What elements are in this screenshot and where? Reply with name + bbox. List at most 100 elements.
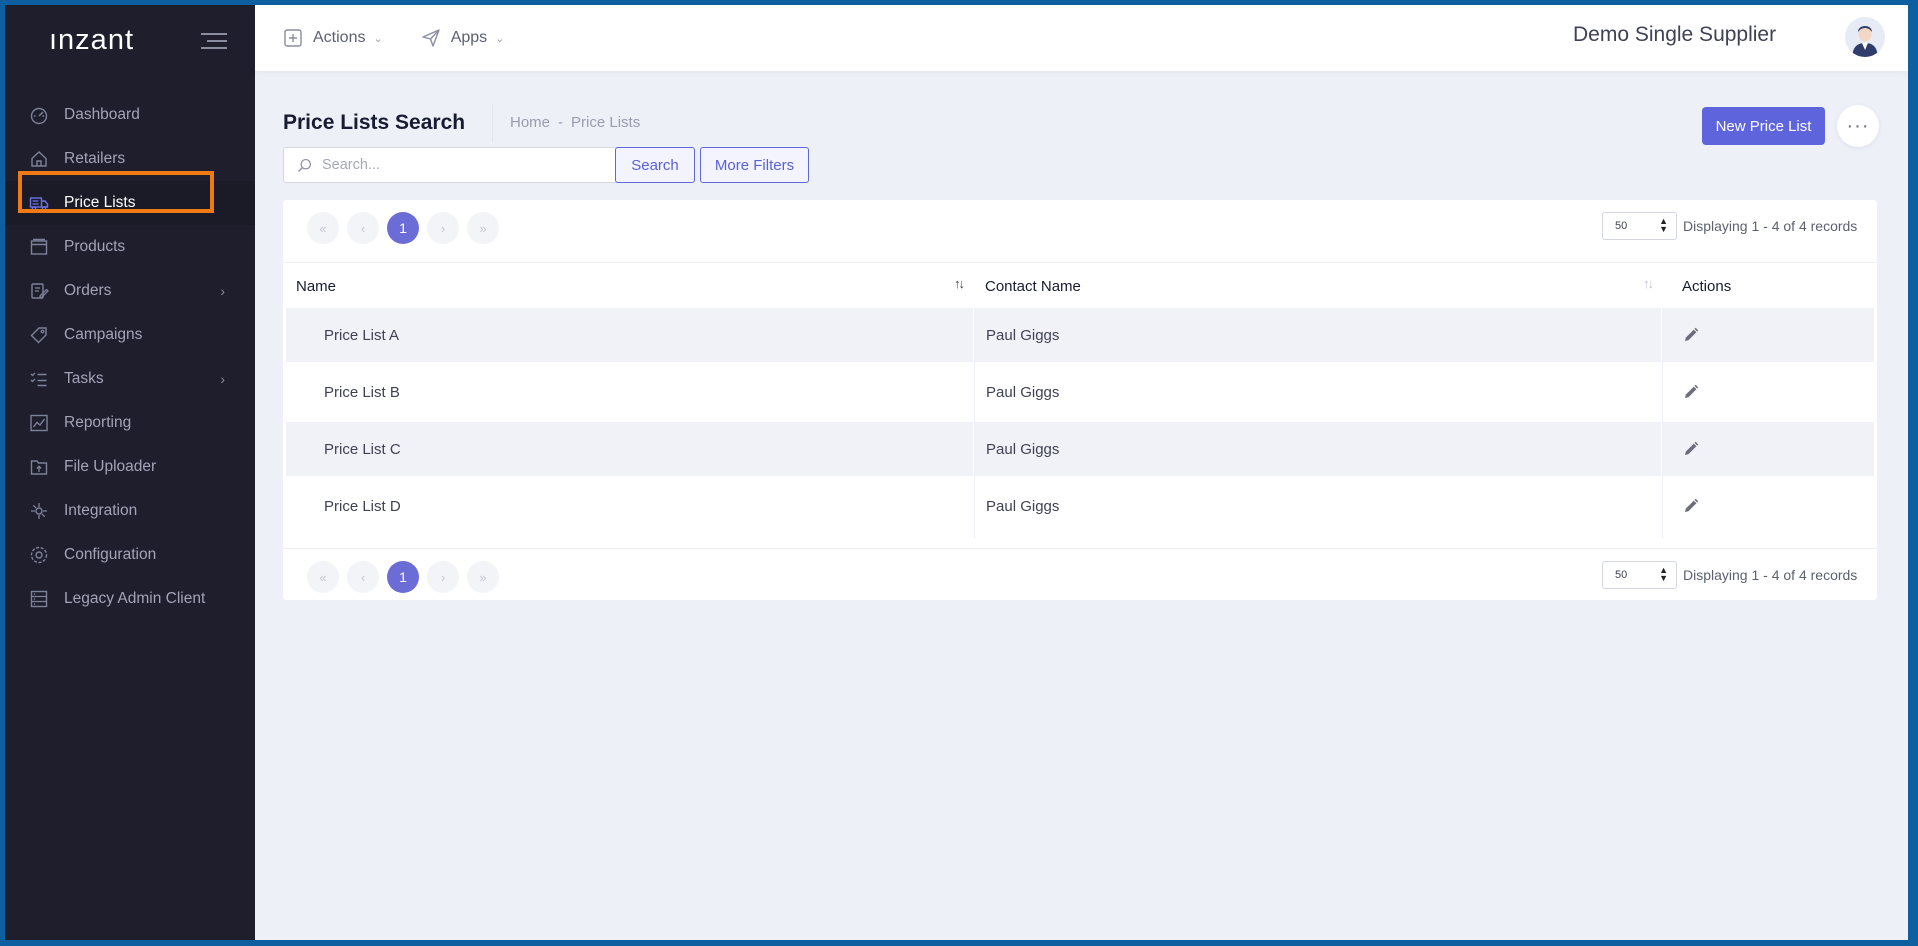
sort-icon[interactable]: ↑↓: [954, 276, 965, 291]
chevron-down-icon: ⌄: [373, 32, 383, 45]
sidebar-item-label: Products: [64, 238, 126, 255]
sidebar-item-label: Campaigns: [64, 326, 143, 343]
clipboard-edit-icon: [29, 281, 49, 301]
edit-pencil-icon[interactable]: [1683, 441, 1699, 457]
sidebar: ınzant Dashboard Retailers Price Lists P…: [5, 5, 255, 940]
page-number-button[interactable]: 1: [387, 561, 419, 593]
column-divider: [974, 308, 975, 538]
sidebar-item-label: Legacy Admin Client: [64, 590, 206, 607]
price-lists-table-card: « ‹ 1 › » 50 ▲ ▼ Displaying 1 - 4 of 4 re…: [283, 200, 1877, 600]
select-arrows-icon: ▲ ▼: [1659, 565, 1668, 583]
table-header: Name ↑↓ Contact Name ↑↓ Actions: [283, 262, 1877, 308]
prev-page-button[interactable]: ‹: [347, 561, 379, 593]
paper-plane-icon: [421, 29, 440, 47]
search-icon: [298, 158, 312, 172]
divider: [492, 104, 493, 142]
cell-name[interactable]: Price List D: [286, 479, 973, 533]
sidebar-menu: Dashboard Retailers Price Lists Products: [5, 93, 255, 621]
cell-name[interactable]: Price List C: [286, 422, 973, 476]
sidebar-item-label: Retailers: [64, 150, 126, 167]
sidebar-item-integration[interactable]: Integration: [5, 489, 255, 533]
pager: « ‹ 1 › »: [307, 561, 499, 593]
page-subheader: Price Lists Search Home - Price Lists Sear…: [255, 71, 1908, 186]
checklist-icon: [29, 369, 49, 389]
sidebar-item-legacy-admin-client[interactable]: Legacy Admin Client: [5, 577, 255, 621]
sidebar-item-label: Configuration: [64, 546, 157, 563]
add-square-icon: [284, 29, 302, 47]
sidebar-item-retailers[interactable]: Retailers: [5, 137, 255, 181]
page-number-button[interactable]: 1: [387, 212, 419, 244]
first-page-button[interactable]: «: [307, 212, 339, 244]
new-price-list-button[interactable]: New Price List: [1702, 107, 1825, 145]
column-divider: [1662, 308, 1663, 538]
page-title: Price Lists Search: [283, 111, 466, 134]
page-size-select[interactable]: 50 ▲ ▼: [1602, 212, 1677, 240]
supplier-name[interactable]: Demo Single Supplier: [1573, 23, 1776, 47]
top-header: Actions ⌄ Apps ⌄ Demo Single Supplier: [255, 5, 1908, 71]
table-row: Price List B Paul Giggs: [286, 365, 1874, 419]
chevron-right-icon: ›: [220, 371, 225, 387]
chevron-right-icon: ›: [220, 283, 225, 299]
breadcrumb-current[interactable]: Price Lists: [571, 114, 640, 131]
cell-name[interactable]: Price List A: [286, 308, 973, 362]
last-page-button[interactable]: »: [467, 561, 499, 593]
search-input[interactable]: [322, 157, 642, 173]
page-size-value: 50: [1615, 220, 1628, 232]
server-icon: [29, 589, 49, 609]
sidebar-item-products[interactable]: Products: [5, 225, 255, 269]
gear-icon: [29, 545, 49, 565]
sort-icon[interactable]: ↑↓: [1643, 276, 1654, 291]
sidebar-item-tasks[interactable]: Tasks ›: [5, 357, 255, 401]
apps-menu[interactable]: Apps ⌄: [421, 28, 504, 48]
cell-contact: Paul Giggs: [986, 383, 1060, 401]
sidebar-item-campaigns[interactable]: Campaigns: [5, 313, 255, 357]
next-page-button[interactable]: ›: [427, 561, 459, 593]
box-icon: [29, 237, 49, 257]
integration-icon: [29, 501, 49, 521]
edit-pencil-icon[interactable]: [1683, 384, 1699, 400]
first-page-button[interactable]: «: [307, 561, 339, 593]
edit-pencil-icon[interactable]: [1683, 498, 1699, 514]
column-header-actions: Actions: [1682, 278, 1732, 295]
next-page-button[interactable]: ›: [427, 212, 459, 244]
search-button[interactable]: Search: [615, 147, 695, 183]
prev-page-button[interactable]: ‹: [347, 212, 379, 244]
dashboard-gauge-icon: [29, 105, 49, 125]
cell-contact: Paul Giggs: [986, 497, 1060, 515]
page-size-select[interactable]: 50 ▲ ▼: [1602, 561, 1677, 589]
actions-menu[interactable]: Actions ⌄: [283, 28, 383, 48]
sidebar-item-dashboard[interactable]: Dashboard: [5, 93, 255, 137]
table-row: Price List A Paul Giggs: [286, 308, 1874, 362]
column-header-contact-name[interactable]: Contact Name: [985, 278, 1081, 295]
sidebar-item-label: Dashboard: [64, 106, 140, 123]
logo[interactable]: ınzant: [49, 24, 134, 57]
edit-pencil-icon[interactable]: [1683, 327, 1699, 343]
last-page-button[interactable]: »: [467, 212, 499, 244]
sidebar-item-configuration[interactable]: Configuration: [5, 533, 255, 577]
main-content: Actions ⌄ Apps ⌄ Demo Single Supplier Pr…: [255, 5, 1908, 940]
sidebar-item-label: Orders: [64, 282, 112, 299]
table-row: Price List D Paul Giggs: [286, 479, 1874, 533]
sidebar-item-orders[interactable]: Orders ›: [5, 269, 255, 313]
sidebar-item-file-uploader[interactable]: File Uploader: [5, 445, 255, 489]
breadcrumb-home-link[interactable]: Home: [510, 114, 550, 131]
search-box: [283, 147, 659, 183]
actions-menu-label: Actions: [313, 29, 366, 46]
cell-name[interactable]: Price List B: [286, 365, 973, 419]
page-size-value: 50: [1615, 569, 1628, 581]
tag-icon: [29, 325, 49, 345]
sidebar-item-price-lists[interactable]: Price Lists: [5, 181, 255, 225]
column-header-name[interactable]: Name: [296, 278, 336, 295]
avatar[interactable]: [1845, 17, 1885, 57]
select-arrows-icon: ▲ ▼: [1659, 216, 1668, 234]
home-icon: [29, 149, 49, 169]
sidebar-item-reporting[interactable]: Reporting: [5, 401, 255, 445]
more-filters-button[interactable]: More Filters: [700, 147, 809, 183]
more-options-button[interactable]: ···: [1837, 105, 1879, 147]
cell-contact: Paul Giggs: [975, 308, 1661, 362]
menu-toggle-icon[interactable]: [201, 32, 227, 49]
breadcrumb-separator: -: [558, 114, 564, 131]
cell-contact: Paul Giggs: [975, 422, 1661, 476]
actions-cell: [1663, 365, 1874, 419]
sidebar-item-label: Price Lists: [64, 194, 136, 211]
